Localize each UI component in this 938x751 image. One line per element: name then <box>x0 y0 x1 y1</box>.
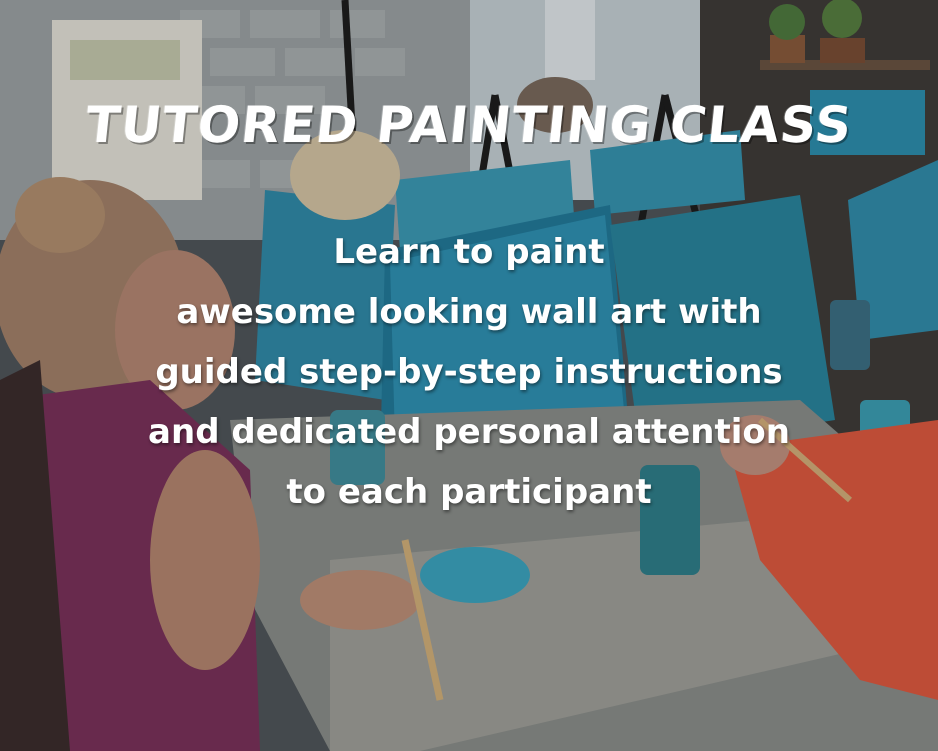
description-line: awesome looking wall art with <box>176 292 762 332</box>
description-line: guided step-by-step instructions <box>155 352 783 392</box>
description-line: to each participant <box>286 472 652 512</box>
description-line: Learn to paint <box>333 232 605 272</box>
poster-description: Learn to paint awesome looking wall art … <box>0 222 938 522</box>
description-line: and dedicated personal attention <box>148 412 790 452</box>
poster-title: TUTORED PAINTING CLASS <box>82 96 856 154</box>
poster: TUTORED PAINTING CLASS Learn to paint aw… <box>0 0 938 751</box>
